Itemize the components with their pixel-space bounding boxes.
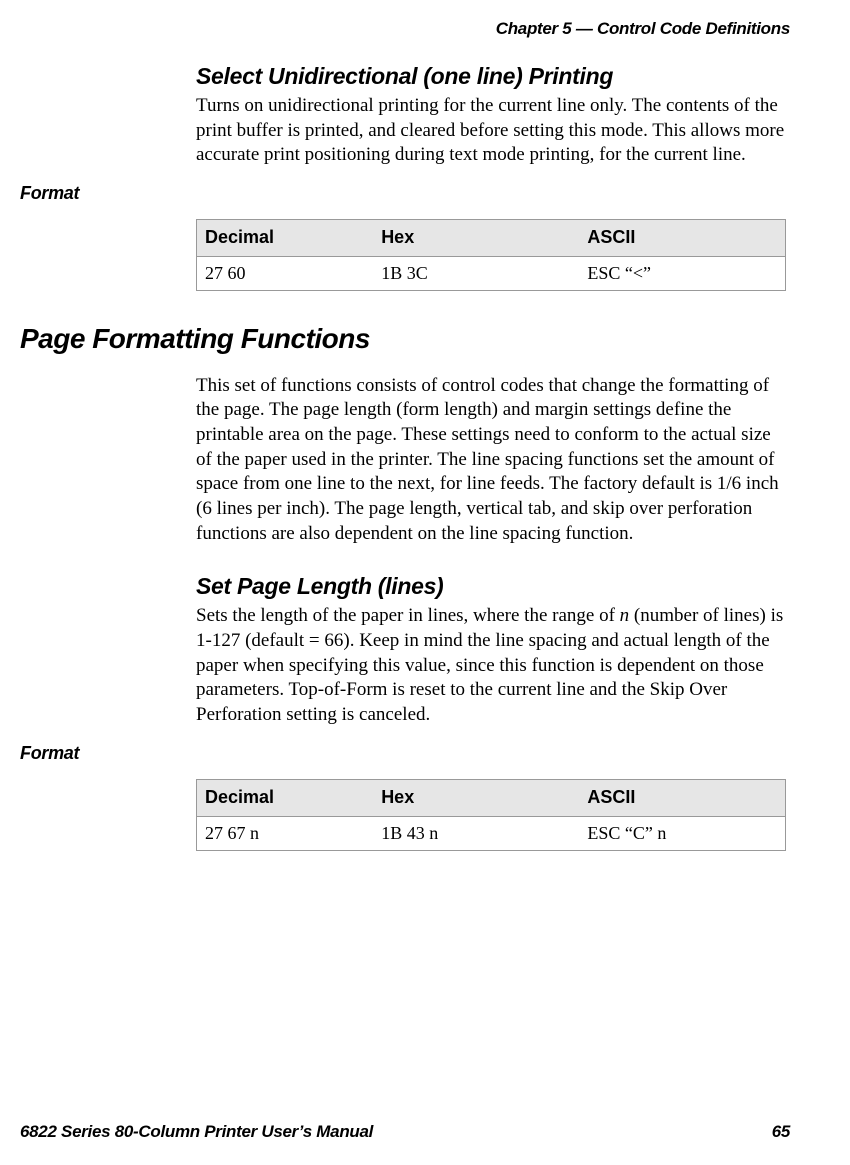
section-body-set-page-length: Sets the length of the paper in lines, w…	[196, 604, 790, 727]
major-section-body: This set of functions consists of contro…	[196, 374, 790, 547]
format-label-2: Format	[20, 742, 790, 765]
format-label-1: Format	[20, 182, 790, 205]
section-body-unidirectional: Turns on unidirectional printing for the…	[196, 94, 790, 168]
page-footer: 6822 Series 80-Column Printer User’s Man…	[20, 1121, 790, 1143]
major-heading-page-formatting: Page Formatting Functions	[20, 321, 790, 357]
cell-ascii: ESC “<”	[579, 256, 785, 290]
cell-decimal: 27 60	[197, 256, 374, 290]
footer-page-number: 65	[772, 1121, 790, 1143]
cell-hex: 1B 3C	[373, 256, 579, 290]
col-hex: Hex	[373, 780, 579, 816]
format-table-2: Decimal Hex ASCII 27 67 n 1B 43 n ESC “C…	[196, 779, 786, 851]
col-ascii: ASCII	[579, 780, 785, 816]
col-hex: Hex	[373, 220, 579, 256]
format-table-1: Decimal Hex ASCII 27 60 1B 3C ESC “<”	[196, 219, 786, 291]
col-decimal: Decimal	[197, 780, 374, 816]
cell-ascii: ESC “C” n	[579, 816, 785, 850]
footer-manual-title: 6822 Series 80-Column Printer User’s Man…	[20, 1121, 373, 1143]
section-title-set-page-length: Set Page Length (lines)	[196, 572, 790, 602]
col-ascii: ASCII	[579, 220, 785, 256]
table-row: 27 67 n 1B 43 n ESC “C” n	[197, 816, 786, 850]
page-header: Chapter 5 — Control Code Definitions	[20, 18, 790, 40]
cell-hex: 1B 43 n	[373, 816, 579, 850]
table-row: 27 60 1B 3C ESC “<”	[197, 256, 786, 290]
cell-decimal: 27 67 n	[197, 816, 374, 850]
col-decimal: Decimal	[197, 220, 374, 256]
section-title-unidirectional: Select Unidirectional (one line) Printin…	[196, 62, 790, 92]
